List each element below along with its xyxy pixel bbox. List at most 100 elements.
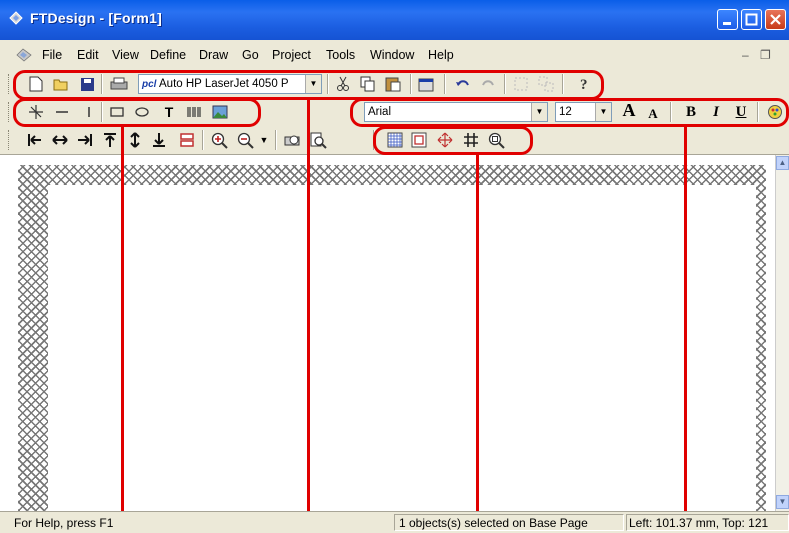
- same-size-button[interactable]: [178, 131, 196, 149]
- resize-button[interactable]: [462, 131, 480, 149]
- properties-button[interactable]: [418, 75, 436, 93]
- menu-window[interactable]: Window: [370, 48, 414, 62]
- design-page[interactable]: [48, 185, 756, 511]
- draw-format-toolbar: T Arial ▼ 12 ▼ A A B I U: [0, 98, 789, 126]
- chevron-down-icon[interactable]: ▼: [305, 75, 321, 93]
- zoom-in-button[interactable]: [210, 131, 228, 149]
- menu-edit[interactable]: Edit: [77, 48, 99, 62]
- status-bar: For Help, press F1 1 objects(s) selected…: [0, 511, 789, 533]
- crosshair-icon: [29, 105, 43, 119]
- vertical-line-button[interactable]: [80, 103, 98, 121]
- window-title: FTDesign - [Form1]: [30, 10, 162, 26]
- chevron-down-icon[interactable]: ▼: [595, 103, 611, 121]
- menu-go[interactable]: Go: [242, 48, 259, 62]
- new-button[interactable]: [27, 75, 45, 93]
- align-right-button[interactable]: [76, 131, 94, 149]
- horizontal-line-button[interactable]: [53, 103, 71, 121]
- bold-button[interactable]: B: [682, 103, 700, 121]
- center-vertical-button[interactable]: [126, 131, 144, 149]
- underline-button[interactable]: U: [732, 103, 750, 121]
- grow-font-button[interactable]: A: [620, 100, 638, 120]
- mdi-restore-button[interactable]: ❐: [760, 48, 771, 62]
- menu-define[interactable]: Define: [150, 48, 186, 62]
- scroll-up-button[interactable]: ▲: [776, 156, 789, 170]
- rectangle-tool-button[interactable]: [108, 103, 126, 121]
- menu-project[interactable]: Project: [272, 48, 311, 62]
- ungroup-button[interactable]: [537, 75, 555, 93]
- align-bottom-button[interactable]: [150, 131, 168, 149]
- menu-file[interactable]: File: [42, 48, 62, 62]
- title-bar[interactable]: FTDesign - [Form1]: [0, 0, 789, 40]
- printer-select[interactable]: pcl Auto HP LaserJet 4050 P ▼: [138, 74, 322, 94]
- zoom-fit-button[interactable]: [487, 131, 505, 149]
- font-name-select[interactable]: Arial ▼: [364, 102, 548, 122]
- group-button[interactable]: [512, 75, 530, 93]
- redo-button[interactable]: [479, 75, 497, 93]
- rectangle-icon: [110, 107, 124, 117]
- align-right-icon: [78, 134, 92, 146]
- menu-tools[interactable]: Tools: [326, 48, 355, 62]
- zoom-out-button[interactable]: [236, 131, 254, 149]
- status-help-text: For Help, press F1: [14, 516, 114, 530]
- print-button[interactable]: [110, 75, 128, 93]
- close-button[interactable]: [765, 9, 786, 30]
- grid-icon: [387, 132, 403, 148]
- shrink-font-button[interactable]: A: [644, 105, 662, 123]
- help-button[interactable]: ?: [576, 75, 594, 93]
- maximize-icon: [745, 13, 758, 26]
- document-icon[interactable]: [16, 48, 32, 62]
- minimize-button[interactable]: [717, 9, 738, 30]
- image-tool-button[interactable]: [211, 103, 229, 121]
- ellipse-tool-button[interactable]: [133, 103, 151, 121]
- select-tool-button[interactable]: [27, 103, 45, 121]
- save-disk-icon: [80, 77, 94, 91]
- show-grid-button[interactable]: [386, 131, 404, 149]
- toolbar-grip[interactable]: [8, 74, 12, 94]
- menu-draw[interactable]: Draw: [199, 48, 228, 62]
- cut-button[interactable]: [334, 75, 352, 93]
- svg-text:?: ?: [580, 77, 588, 93]
- minimize-icon: [723, 22, 731, 25]
- margins-icon: [411, 132, 427, 148]
- align-bottom-icon: [153, 133, 165, 147]
- menu-view[interactable]: View: [112, 48, 139, 62]
- move-button[interactable]: [436, 131, 454, 149]
- copy-button[interactable]: [359, 75, 377, 93]
- app-icon: [9, 11, 23, 25]
- print-preview-icon: [284, 135, 300, 146]
- text-tool-button[interactable]: T: [160, 103, 178, 121]
- menu-help[interactable]: Help: [428, 48, 454, 62]
- maximize-button[interactable]: [741, 9, 762, 30]
- toolbar-grip[interactable]: [8, 102, 12, 122]
- undo-button[interactable]: [454, 75, 472, 93]
- ungroup-icon: [538, 76, 554, 92]
- horizontal-line-icon: [56, 111, 68, 113]
- zoom-fit-icon: [488, 132, 505, 149]
- chevron-down-icon[interactable]: ▼: [531, 103, 547, 121]
- status-position-text: Left: 101.37 mm, Top: 121: [629, 516, 769, 530]
- vertical-scrollbar[interactable]: ▲ ▼: [775, 155, 789, 511]
- italic-button[interactable]: I: [707, 103, 725, 121]
- mdi-minimize-button[interactable]: –: [742, 48, 749, 62]
- annotation-line: [307, 99, 310, 532]
- page-zoom-icon: [310, 132, 327, 149]
- paste-button[interactable]: [384, 75, 402, 93]
- align-top-button[interactable]: [101, 131, 119, 149]
- font-size-select[interactable]: 12 ▼: [555, 102, 612, 122]
- design-canvas-area[interactable]: [0, 155, 775, 511]
- open-folder-icon: [53, 79, 68, 90]
- show-margins-button[interactable]: [410, 131, 428, 149]
- save-button[interactable]: [78, 75, 96, 93]
- scroll-down-button[interactable]: ▼: [776, 495, 789, 509]
- open-button[interactable]: [53, 75, 71, 93]
- color-button[interactable]: [766, 103, 784, 121]
- align-left-button[interactable]: [26, 131, 44, 149]
- print-preview-button[interactable]: [284, 131, 302, 149]
- picture-icon: [212, 105, 228, 119]
- toolbar-grip[interactable]: [8, 130, 12, 150]
- barcode-tool-button[interactable]: [185, 103, 203, 121]
- redo-icon: [482, 80, 494, 86]
- zoom-dropdown-button[interactable]: ▼: [255, 131, 273, 149]
- center-horizontal-button[interactable]: [51, 131, 69, 149]
- page-zoom-button[interactable]: [309, 131, 327, 149]
